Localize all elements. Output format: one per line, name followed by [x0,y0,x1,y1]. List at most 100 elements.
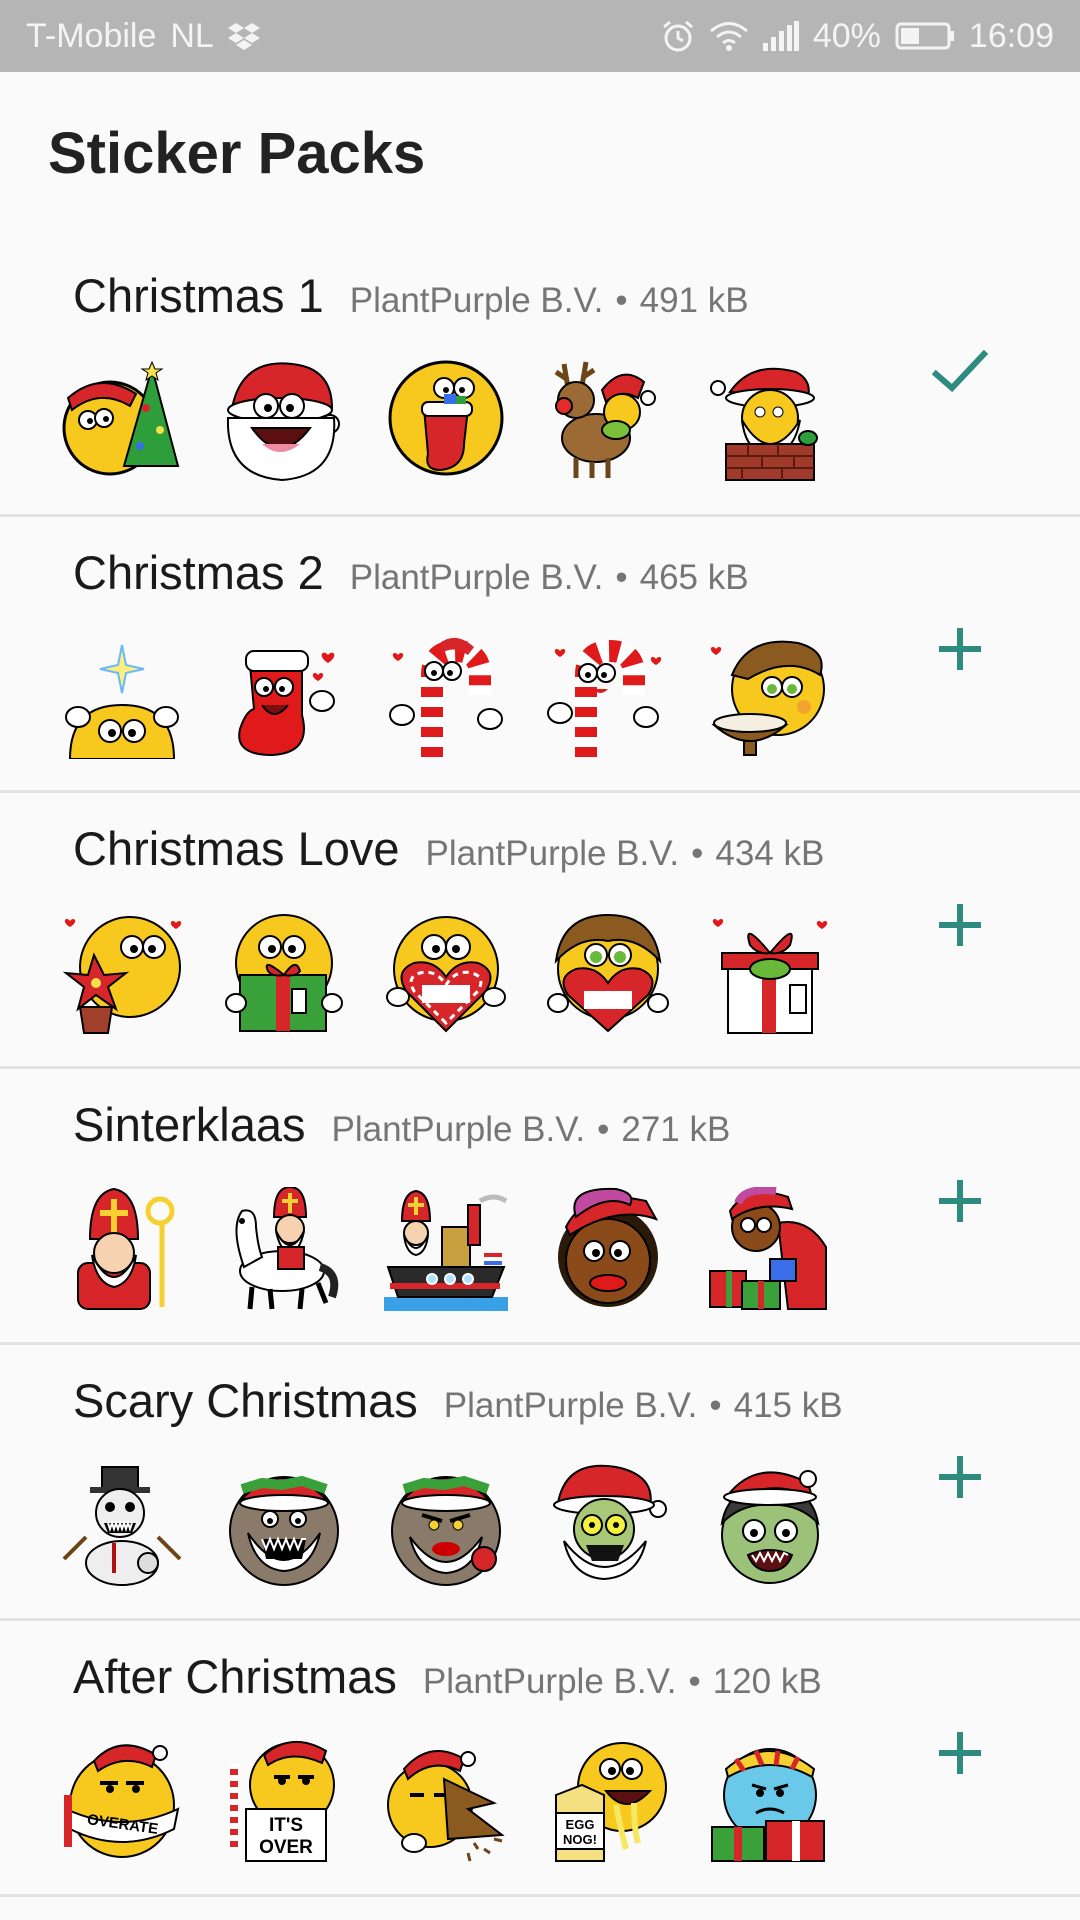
pack-name: Sinterklaas [73,1098,306,1151]
sticker-pack-christmas-2[interactable]: Christmas 2 PlantPurple B.V. • 465 kB [0,517,1080,793]
signal-icon [762,21,799,51]
sticker-zombie-face [708,1463,832,1587]
its-text: IT'S [269,1815,303,1836]
pack-meta: PlantPurple B.V. • 434 kB [426,834,825,874]
sticker-santa-in-chimney [708,358,832,482]
sticker-piet-with-presents [708,1187,832,1311]
clock: 16:09 [968,16,1054,55]
over-text: OVER [259,1837,313,1858]
meta-separator: • [688,1662,701,1701]
plus-icon [939,628,981,670]
dropbox-icon [227,22,260,50]
meta-separator: • [615,558,628,597]
nog-text: NOG! [563,1832,597,1847]
pack-meta: PlantPurple B.V. • 271 kB [332,1110,731,1150]
sticker-scary-snowman [60,1463,184,1587]
meta-separator: • [597,1110,610,1149]
sticker-pack-sinterklaas[interactable]: Sinterklaas PlantPurple B.V. • 271 kB [0,1069,1080,1345]
sticker-sinterklaas-on-horse [222,1187,346,1311]
pack-name: Christmas 1 [73,269,324,322]
pack-publisher: PlantPurple B.V. [331,1110,586,1149]
page-title: Sticker Packs [48,121,426,186]
pack-header: Christmas 1 PlantPurple B.V. • 491 kB [73,268,749,323]
add-pack-button[interactable] [928,893,992,957]
pack-header: Christmas Love PlantPurple B.V. • 434 kB [73,821,824,876]
sticker-emoji-egg-nog: EGG NOG! [546,1739,670,1863]
sticker-pack-list: Christmas 1 PlantPurple B.V. • 491 kB Ch… [0,240,1080,1897]
pack-size: 415 kB [733,1386,843,1425]
plus-icon [939,1180,981,1222]
pack-size: 120 kB [712,1662,822,1701]
pack-meta: PlantPurple B.V. • 415 kB [444,1386,843,1426]
pack-name: After Christmas [73,1650,397,1703]
pack-name: Christmas 2 [73,546,324,599]
meta-separator: • [691,834,704,873]
sticker-candy-cane-with-hearts [546,635,670,759]
egg-text: EGG [566,1817,595,1832]
meta-separator: • [615,281,628,320]
status-bar-right: 40% 16:09 [661,17,1054,56]
sticker-emoji-its-over: IT'S OVER [222,1739,346,1863]
sticker-blue-emoji-with-gifts [708,1739,832,1863]
pack-publisher: PlantPurple B.V. [349,281,604,320]
sticker-piet-face [546,1187,670,1311]
pack-header: Scary Christmas PlantPurple B.V. • 415 kB [73,1373,843,1428]
pack-size: 491 kB [639,281,749,320]
sticker-scary-santa [222,1463,346,1587]
sticker-preview-row [60,1187,832,1311]
pack-publisher: PlantPurple B.V. [443,1386,698,1425]
sticker-zombie-santa [546,1463,670,1587]
alarm-icon [661,19,695,53]
status-bar: T-Mobile NL 40% 16:09 [0,0,1080,72]
pack-header: Sinterklaas PlantPurple B.V. • 271 kB [73,1097,730,1152]
wifi-icon [709,20,749,52]
sticker-preview-row: OVERATE IT'S OVER EGG NOG! [60,1739,832,1863]
sticker-candy-cane [384,635,508,759]
check-icon [932,350,988,393]
pack-added-check[interactable] [928,340,992,404]
plus-icon [939,1456,981,1498]
sticker-emoji-girl-with-heart [546,911,670,1035]
network-label: NL [170,16,214,55]
pack-size: 434 kB [715,834,825,873]
add-pack-button[interactable] [928,1169,992,1233]
sticker-sinterklaas [60,1187,184,1311]
sticker-emoji-with-stocking [384,358,508,482]
sticker-emoji-with-gift [222,911,346,1035]
sticker-pack-christmas-1[interactable]: Christmas 1 PlantPurple B.V. • 491 kB [0,240,1080,517]
pack-meta: PlantPurple B.V. • 491 kB [350,281,749,321]
carrier-label: T-Mobile [26,16,157,55]
add-pack-button[interactable] [928,1721,992,1785]
pack-publisher: PlantPurple B.V. [425,834,680,873]
sticker-red-stocking [222,635,346,759]
sticker-pack-after-christmas[interactable]: After Christmas PlantPurple B.V. • 120 kB … [0,1621,1080,1897]
plus-icon [939,1732,981,1774]
sticker-emoji-with-christmas-tree [60,358,184,482]
sticker-pack-scary-christmas[interactable]: Scary Christmas PlantPurple B.V. • 415 kB [0,1345,1080,1621]
sticker-santa-laughing [222,358,346,482]
sticker-emoji-with-star [60,635,184,759]
battery-icon [895,21,955,51]
status-bar-left: T-Mobile NL [26,17,260,56]
sticker-emoji-with-poinsettia [60,911,184,1035]
plus-icon [939,904,981,946]
sticker-preview-row [60,358,832,482]
battery-percent: 40% [812,16,881,55]
pack-publisher: PlantPurple B.V. [349,558,604,597]
sticker-preview-row [60,635,832,759]
add-pack-button[interactable] [928,1445,992,1509]
pack-name: Scary Christmas [73,1374,418,1427]
pack-header: Christmas 2 PlantPurple B.V. • 465 kB [73,545,749,600]
pack-publisher: PlantPurple B.V. [422,1662,677,1701]
sticker-emoji-overate: OVERATE [60,1739,184,1863]
sticker-preview-row [60,911,832,1035]
add-pack-button[interactable] [928,617,992,681]
pack-size: 271 kB [621,1110,731,1149]
pack-name: Christmas Love [73,822,400,875]
sticker-emoji-with-heart [384,911,508,1035]
sticker-angry-santa [384,1463,508,1587]
pack-meta: PlantPurple B.V. • 120 kB [423,1662,822,1702]
pack-meta: PlantPurple B.V. • 465 kB [350,558,749,598]
sticker-pack-christmas-love[interactable]: Christmas Love PlantPurple B.V. • 434 kB [0,793,1080,1069]
meta-separator: • [709,1386,722,1425]
